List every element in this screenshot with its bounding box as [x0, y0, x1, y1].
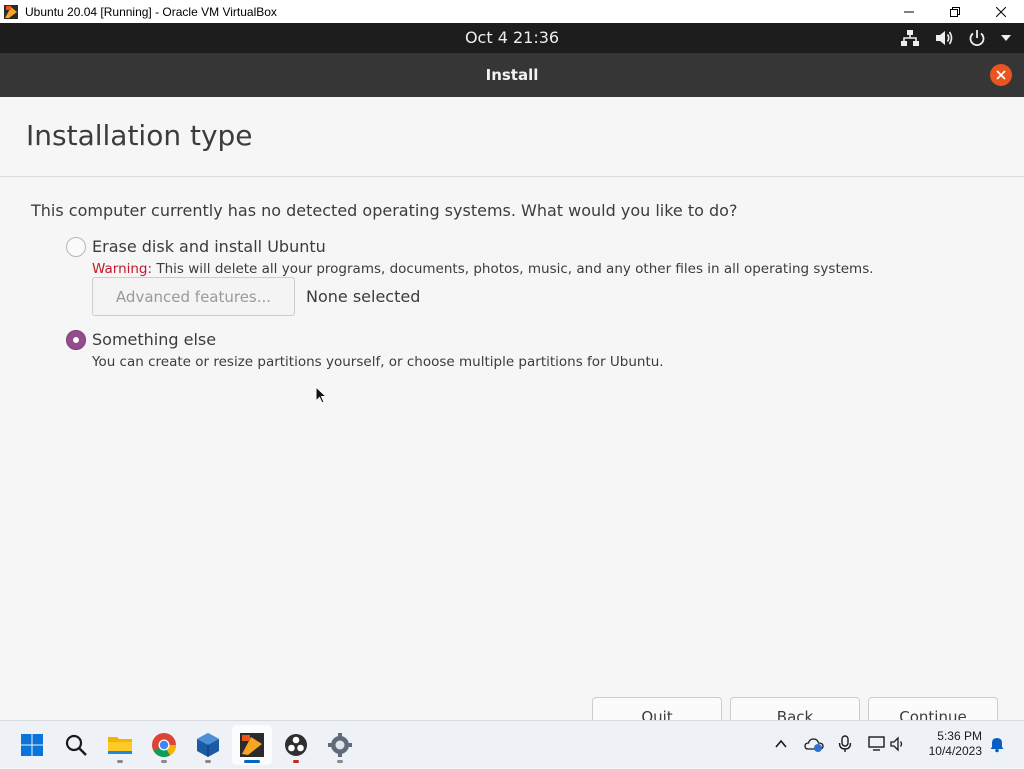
running-indicator — [205, 760, 211, 763]
ubuntu-vm-button[interactable] — [232, 725, 272, 765]
obs-icon — [285, 734, 307, 756]
installation-question: This computer currently has no detected … — [31, 201, 738, 220]
warning-label: Warning: — [92, 261, 153, 277]
windows-start-icon — [21, 734, 43, 756]
settings-icon — [328, 733, 352, 757]
vm-window-titlebar: Ubuntu 20.04 [Running] - Oracle VM Virtu… — [0, 0, 1024, 23]
virtualbox-button[interactable] — [188, 725, 228, 765]
minimize-button[interactable] — [886, 0, 932, 23]
start-button[interactable] — [12, 725, 52, 765]
window-title: Ubuntu 20.04 [Running] - Oracle VM Virtu… — [25, 4, 277, 19]
restore-icon — [950, 6, 960, 17]
something-else-label[interactable]: Something else — [92, 330, 216, 349]
installer-title: Install — [485, 66, 539, 84]
settings-button[interactable] — [320, 725, 360, 765]
active-indicator — [244, 760, 260, 763]
dropdown-arrow-icon — [1001, 35, 1011, 41]
microphone-icon[interactable] — [838, 735, 852, 753]
chevron-up-icon[interactable] — [774, 735, 788, 753]
restore-button[interactable] — [932, 0, 978, 23]
system-menu[interactable] — [900, 23, 1012, 53]
display-icon[interactable] — [868, 735, 886, 753]
installer-close-button[interactable] — [990, 64, 1012, 86]
volume-icon — [936, 31, 953, 45]
notification-bell-icon[interactable] — [989, 735, 1005, 753]
taskbar-clock[interactable]: 5:36 PM 10/4/2023 — [920, 729, 982, 759]
network-icon — [901, 30, 919, 46]
erase-disk-radio[interactable] — [66, 237, 86, 257]
mouse-cursor-icon — [315, 386, 327, 404]
recording-indicator — [293, 760, 299, 763]
installer-content: Installation type This computer currentl… — [0, 97, 1024, 729]
power-icon — [969, 30, 985, 47]
chrome-icon — [152, 733, 176, 758]
title-divider — [0, 176, 1024, 177]
erase-disk-label[interactable]: Erase disk and install Ubuntu — [92, 237, 326, 256]
running-indicator — [337, 760, 343, 763]
onedrive-icon[interactable] — [804, 735, 824, 753]
virtualbox-icon — [197, 733, 219, 757]
obs-button[interactable] — [276, 725, 316, 765]
windows-taskbar: 5:36 PM 10/4/2023 — [0, 720, 1024, 768]
search-button[interactable] — [56, 725, 96, 765]
something-else-description: You can create or resize partitions your… — [92, 354, 664, 370]
installer-headerbar: Install — [0, 53, 1024, 97]
taskbar-time: 5:36 PM — [937, 729, 982, 743]
close-icon — [996, 6, 1006, 17]
panel-clock[interactable]: Oct 4 21:36 — [0, 23, 1024, 53]
ubuntu-top-panel: Oct 4 21:36 — [0, 23, 1024, 53]
search-icon — [65, 734, 87, 756]
ubuntu-vm-icon — [240, 733, 264, 757]
chrome-button[interactable] — [144, 725, 184, 765]
file-explorer-button[interactable] — [100, 725, 140, 765]
close-window-button[interactable] — [978, 0, 1024, 23]
something-else-radio[interactable] — [66, 330, 86, 350]
running-indicator — [161, 760, 167, 763]
page-title: Installation type — [26, 119, 253, 152]
taskbar-date: 10/4/2023 — [928, 744, 982, 758]
warning-text: This will delete all your programs, docu… — [152, 261, 874, 277]
close-icon — [996, 70, 1006, 80]
advanced-features-button[interactable]: Advanced features... — [92, 277, 295, 316]
running-indicator — [117, 760, 123, 763]
advanced-features-status: None selected — [306, 287, 421, 306]
virtualbox-app-icon — [4, 4, 18, 19]
minimize-icon — [904, 11, 914, 12]
speaker-icon[interactable] — [890, 735, 906, 753]
erase-disk-warning: Warning: This will delete all your progr… — [92, 261, 874, 277]
file-explorer-icon — [108, 737, 132, 754]
